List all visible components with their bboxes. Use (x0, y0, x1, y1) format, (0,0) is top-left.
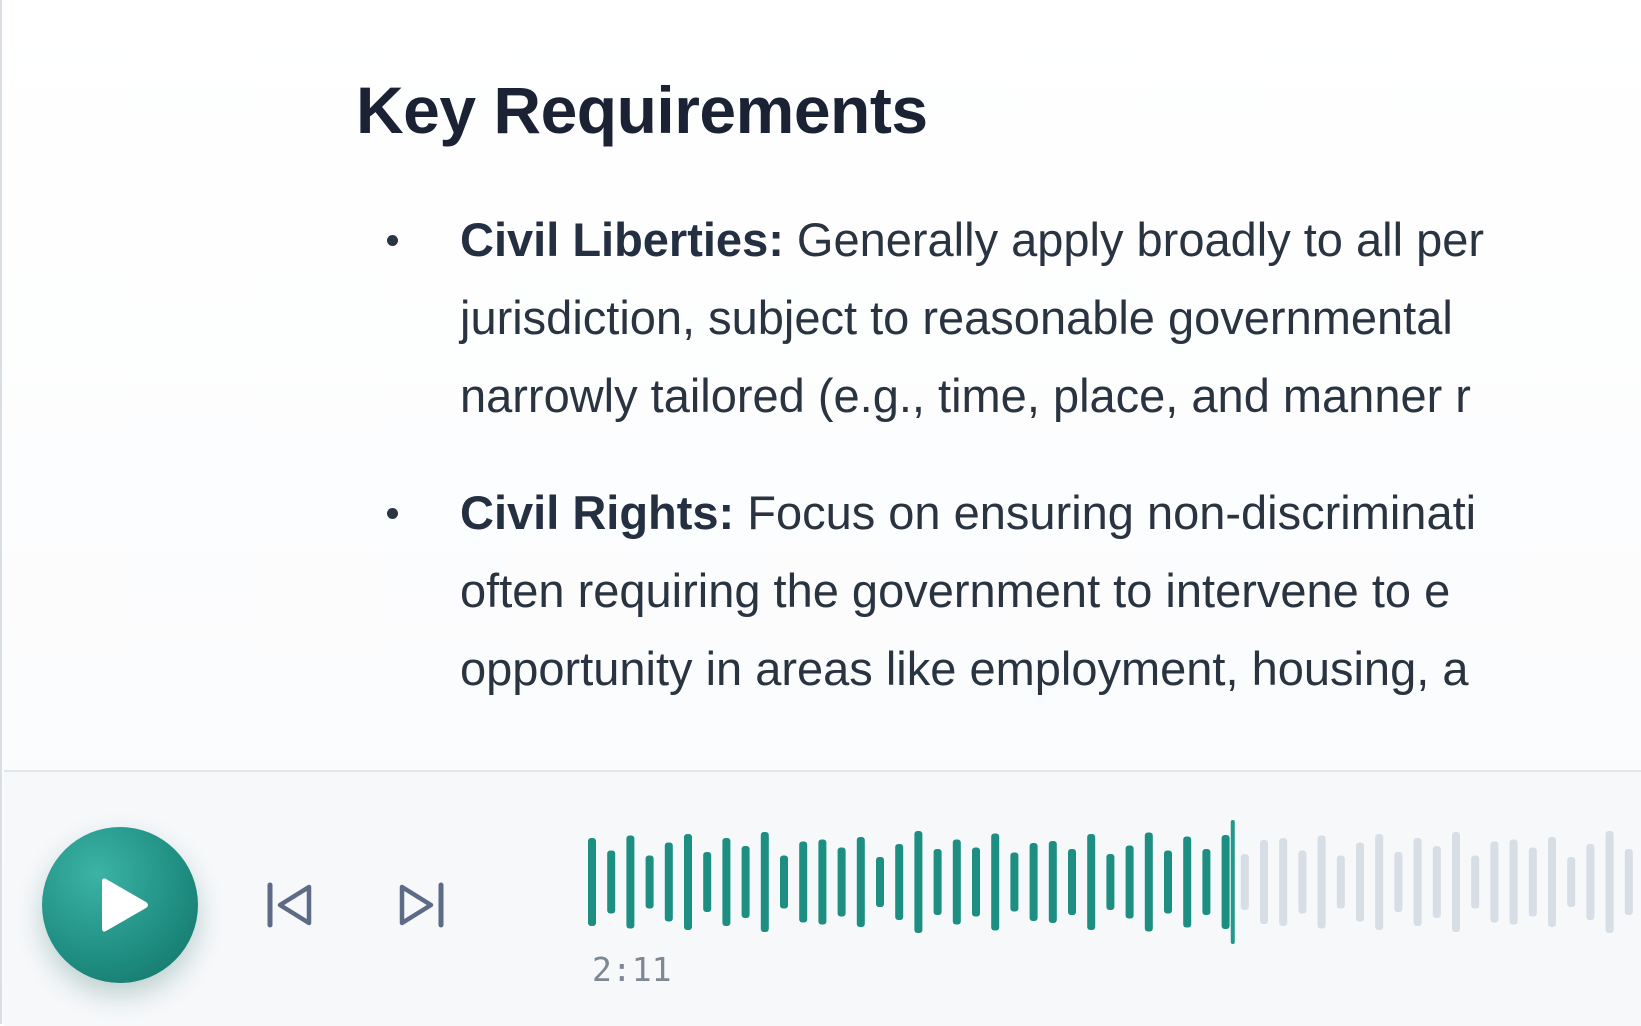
bullet-dot (387, 235, 398, 246)
bullet-line: jurisdiction, subject to reasonable gove… (460, 291, 1453, 344)
waveform-bar-played (645, 855, 654, 909)
waveform-bar-played (1221, 835, 1230, 929)
skip-next-icon (399, 882, 444, 928)
waveform-bar-unplayed (1624, 849, 1633, 915)
waveform-bar-played (1087, 834, 1096, 930)
waveform-bar-played (799, 841, 808, 923)
waveform-bar-unplayed (1586, 844, 1595, 920)
waveform-bar-played (664, 842, 673, 922)
waveform-bar-played (933, 849, 942, 915)
waveform-bar-played (952, 839, 961, 925)
document-content: Key Requirements Civil Liberties: Genera… (356, 70, 1641, 695)
waveform-bar-unplayed (1528, 847, 1537, 917)
section-heading: Key Requirements (356, 73, 928, 147)
waveform-bar-played (914, 831, 923, 933)
waveform-bar-played (1125, 845, 1134, 919)
waveform-bar-unplayed (1567, 857, 1576, 907)
waveform-bar-unplayed (1490, 841, 1499, 923)
waveform-bar-unplayed (1356, 842, 1364, 922)
waveform-bar-played (876, 857, 884, 907)
waveform-bar-played (722, 838, 731, 926)
waveform-bar-unplayed (1240, 854, 1249, 910)
waveform-bar-played (1183, 836, 1192, 928)
waveform-bar-played (1048, 841, 1057, 923)
bullet-line: often requiring the government to interv… (460, 564, 1451, 617)
bullet-dot (387, 508, 398, 519)
waveform-bar-played (760, 832, 769, 932)
bullet-line: Civil Rights: Focus on ensuring non-disc… (460, 474, 1641, 552)
waveform-bar-unplayed (1260, 840, 1268, 924)
bullet-line: opportunity in areas like employment, ho… (460, 642, 1469, 695)
waveform-bar-played (818, 839, 827, 925)
waveform-bar-played (1010, 852, 1019, 912)
play-icon (102, 878, 148, 932)
waveform-bar-played (972, 847, 980, 917)
waveform-bar-played (991, 833, 1000, 931)
waveform-bar-played (703, 852, 712, 912)
waveform-bar-unplayed (1413, 838, 1422, 926)
waveform-bar-unplayed (1336, 855, 1345, 909)
next-button[interactable] (393, 877, 449, 933)
waveform-bar-unplayed (1394, 852, 1403, 912)
waveform-bar-unplayed (1452, 832, 1460, 932)
waveform-bar-played (684, 834, 692, 930)
waveform-bar-unplayed (1471, 855, 1480, 909)
waveform-bar-played (1164, 850, 1172, 914)
waveform-bar-played (856, 837, 865, 927)
waveform-scrubber[interactable] (588, 812, 1641, 952)
waveform-bar-unplayed (1548, 837, 1556, 927)
waveform-bar-unplayed (1605, 831, 1614, 933)
waveform-bar-played (588, 838, 596, 926)
bullet-text: Civil Liberties: Generally apply broadly… (460, 201, 1641, 435)
term-label: Civil Rights: (460, 486, 735, 539)
audio-player: 2:11 (4, 770, 1641, 1026)
waveform-bar-unplayed (1375, 834, 1384, 930)
waveform-bar-played (1106, 854, 1115, 910)
elapsed-time: 2:11 (592, 950, 672, 989)
bullet-line: Civil Liberties: Generally apply broadly… (460, 201, 1641, 279)
waveform-bar-played (1202, 849, 1211, 915)
bullet-line: narrowly tailored (e.g., time, place, an… (460, 369, 1471, 422)
waveform-bar-played (626, 835, 635, 929)
waveform-bar-unplayed (1317, 835, 1326, 929)
waveform-bar-unplayed (1298, 850, 1307, 914)
waveform-bar-played (607, 850, 616, 914)
waveform-bar-played (741, 846, 750, 918)
bullet-text: Civil Rights: Focus on ensuring non-disc… (460, 474, 1641, 708)
term-label: Civil Liberties: (460, 213, 784, 266)
waveform-bar-unplayed (1279, 838, 1288, 926)
skip-previous-icon (267, 882, 312, 928)
line-text: Focus on ensuring non-discriminati (734, 486, 1477, 539)
app-window: Key Requirements Civil Liberties: Genera… (0, 0, 1641, 1026)
waveform-bar-played (1068, 849, 1076, 915)
waveform-bar-unplayed (1432, 846, 1441, 918)
waveform-bar-played (1144, 832, 1153, 932)
waveform-bar-played (780, 855, 788, 909)
previous-button[interactable] (262, 877, 318, 933)
waveform-bar-played (895, 844, 904, 920)
play-button[interactable] (42, 827, 198, 983)
waveform-bar-unplayed (1509, 839, 1518, 925)
waveform-bar-played (1029, 843, 1038, 921)
playhead[interactable] (1230, 820, 1235, 944)
line-text: Generally apply broadly to all per (783, 213, 1485, 266)
waveform-bar-played (837, 847, 846, 917)
